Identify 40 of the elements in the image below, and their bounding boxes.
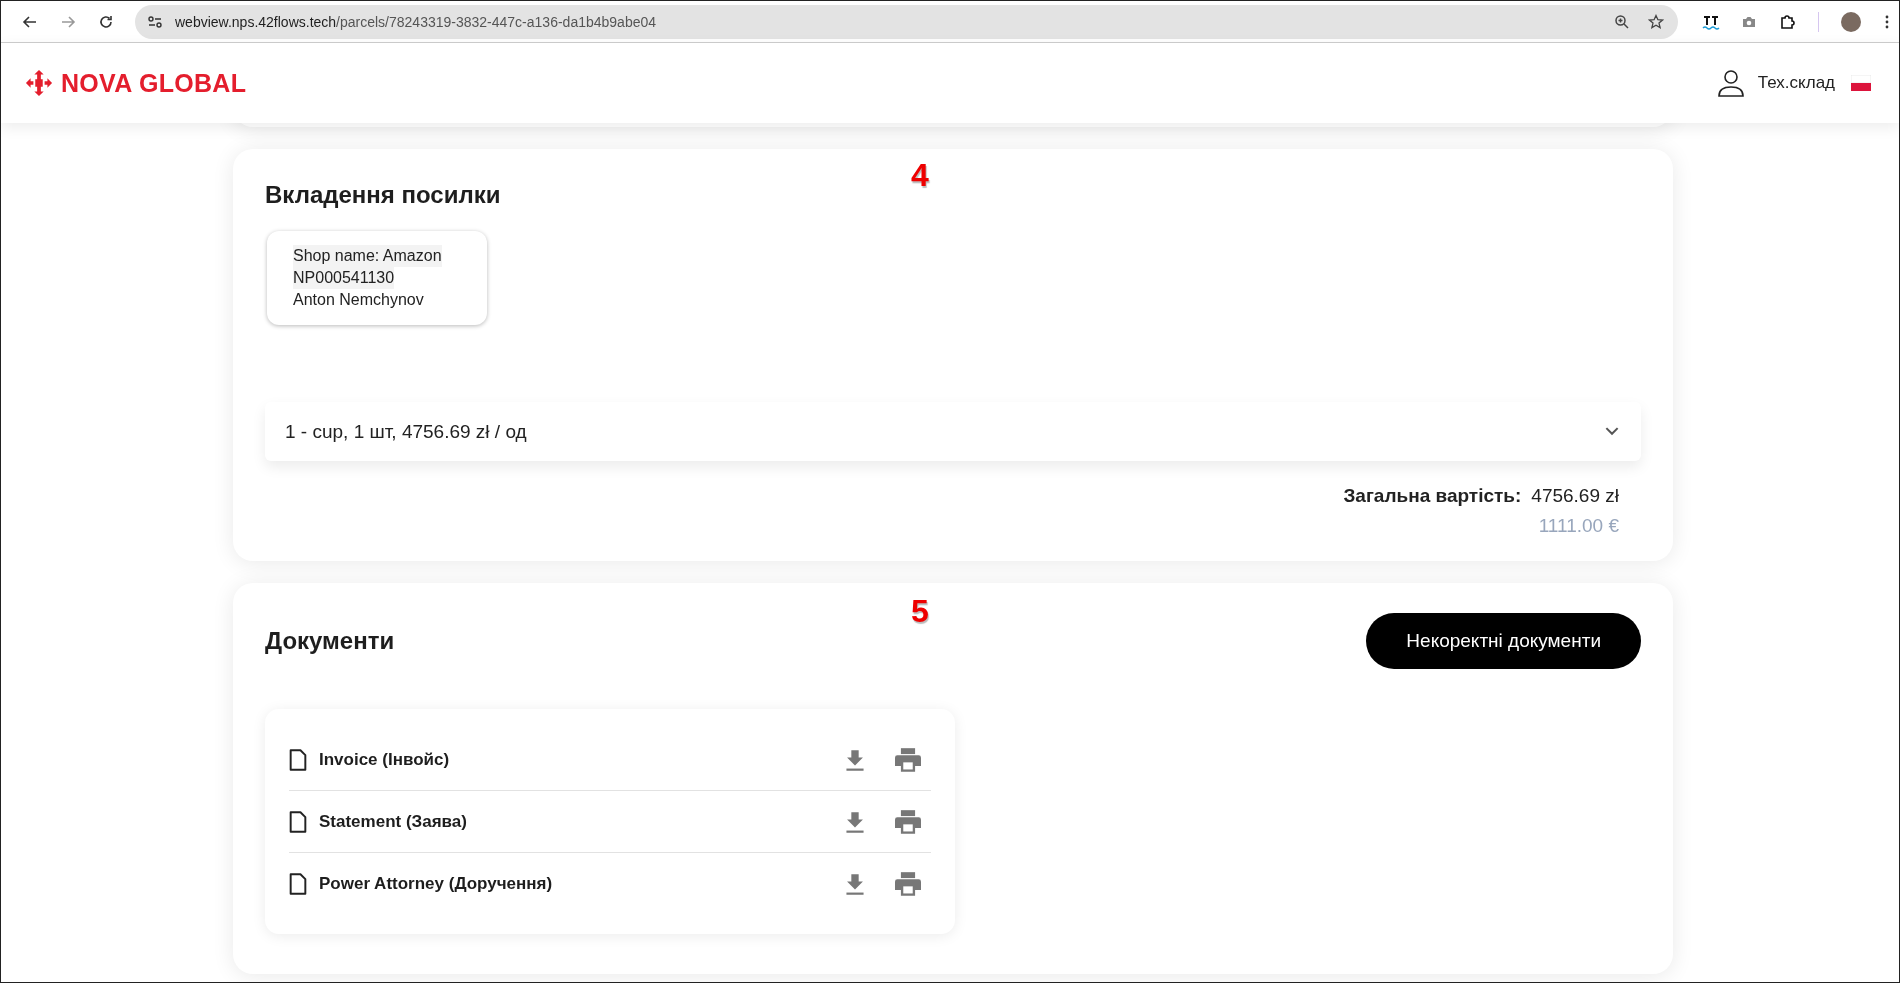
user-icon[interactable] (1717, 69, 1744, 97)
star-icon[interactable] (1648, 13, 1664, 30)
item-accordion[interactable]: 1 - cup, 1 шт, 4756.69 zł / од (265, 402, 1641, 461)
site-settings-icon[interactable] (147, 13, 163, 30)
zoom-icon[interactable] (1614, 13, 1630, 30)
user-name[interactable]: Тех.склад (1757, 73, 1835, 93)
section-title: Документи (265, 627, 395, 655)
incorrect-documents-button[interactable]: Некоректні документи (1366, 613, 1641, 669)
section-number: 4 (911, 157, 929, 194)
address-bar[interactable]: webview.nps.42flows.tech/parcels/78243319-3832-447c-a136-da1b4b9abe04 (135, 4, 1678, 39)
chevron-icon (1605, 427, 1619, 436)
total-label: Загальна вартість: (1343, 485, 1522, 507)
total-eur-value: 1111.00 € (1537, 515, 1620, 537)
shop-info-line: Anton Nemchynov (293, 290, 424, 310)
file-icon (289, 872, 307, 895)
download-icon[interactable] (845, 872, 865, 895)
forward-icon[interactable] (60, 13, 76, 30)
file-icon (289, 748, 307, 771)
flag-icon[interactable] (1851, 75, 1871, 91)
section-number: 5 (911, 593, 929, 630)
back-icon[interactable] (22, 13, 38, 30)
file-icon (289, 810, 307, 833)
logo-icon (25, 69, 53, 97)
menu-icon[interactable] (1885, 13, 1889, 30)
document-name: Statement (Заява) (319, 811, 468, 832)
url-text: webview.nps.42flows.tech/parcels/78243319-3832-447c-a136-da1b4b9abe04 (175, 13, 658, 30)
print-icon[interactable] (895, 747, 921, 772)
extension-icon[interactable] (1702, 13, 1720, 30)
puzzle-icon[interactable] (1778, 13, 1796, 30)
download-icon[interactable] (845, 810, 865, 833)
document-name: Invoice (Інвойс) (319, 749, 451, 770)
profile-avatar[interactable] (1841, 11, 1861, 32)
reload-icon[interactable] (98, 13, 114, 30)
print-icon[interactable] (895, 871, 921, 896)
logo-text: NOVA GLOBAL (61, 68, 247, 98)
download-icon[interactable] (845, 748, 865, 771)
total-value: 4756.69 zł (1531, 485, 1619, 507)
print-icon[interactable] (895, 809, 921, 834)
section-title: Вкладення посилки (265, 181, 502, 209)
document-name: Power Attorney (Доручення) (319, 873, 554, 894)
